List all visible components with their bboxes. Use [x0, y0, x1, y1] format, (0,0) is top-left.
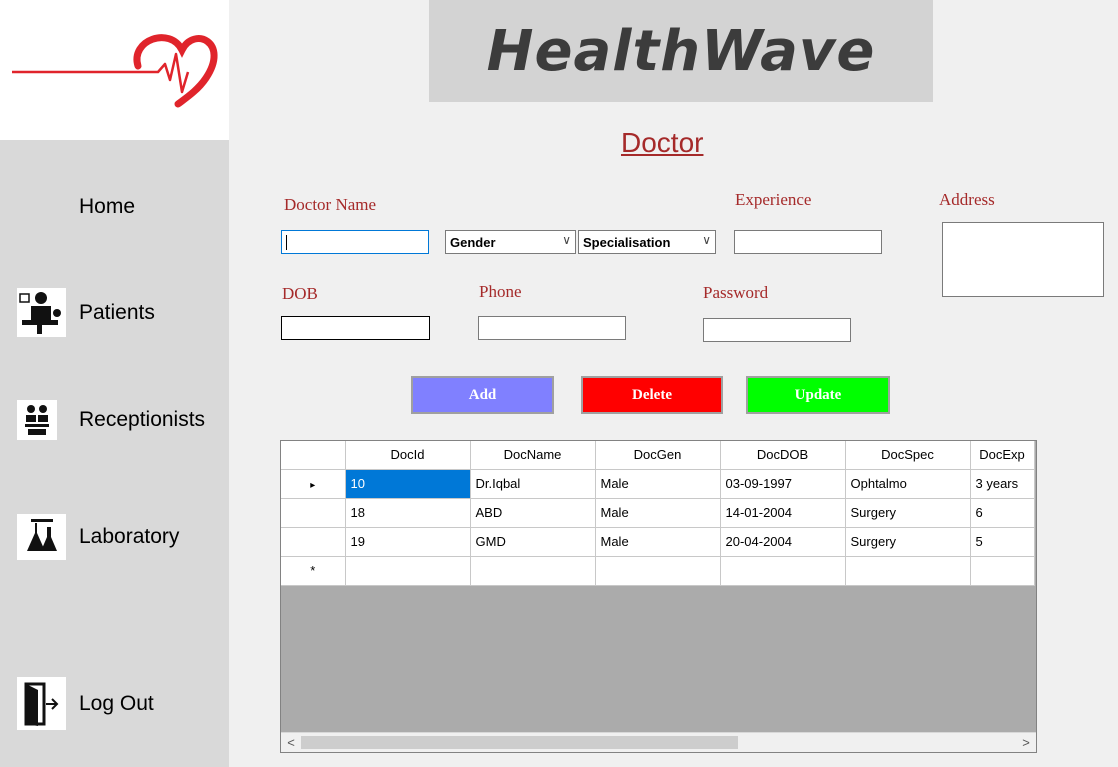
table-header-row: DocId DocName DocGen DocDOB DocSpec DocE…: [281, 441, 1035, 470]
doctors-table: DocId DocName DocGen DocDOB DocSpec DocE…: [281, 441, 1035, 586]
doctor-name-input[interactable]: [281, 230, 429, 254]
dob-input[interactable]: [281, 316, 430, 340]
table-cell[interactable]: Male: [595, 469, 721, 499]
sidebar-item-label: Home: [79, 195, 136, 218]
column-header[interactable]: DocId: [345, 441, 471, 470]
scrollbar-thumb[interactable]: [301, 736, 738, 749]
sidebar-item-label: Patients: [79, 300, 155, 324]
table-cell[interactable]: [970, 556, 1035, 586]
phone-input[interactable]: [478, 316, 626, 340]
scroll-right-icon[interactable]: >: [1016, 733, 1036, 752]
table-cell[interactable]: Male: [595, 498, 721, 528]
table-cell[interactable]: [345, 556, 471, 586]
column-header[interactable]: DocDOB: [720, 441, 846, 470]
table-cell[interactable]: 5: [970, 527, 1035, 557]
dob-label: DOB: [282, 284, 318, 303]
table-row[interactable]: ▸ 10 Dr.Iqbal Male 03-09-1997 Ophtalmo 3…: [281, 469, 1035, 499]
row-header[interactable]: [281, 527, 346, 557]
password-label: Password: [703, 283, 769, 302]
table-cell[interactable]: Surgery: [845, 527, 971, 557]
gender-select[interactable]: Gender ∨: [445, 230, 576, 254]
sidebar-item-label: Laboratory: [79, 525, 180, 548]
sidebar-item-laboratory[interactable]: Laboratory: [17, 514, 179, 560]
row-header[interactable]: ▸: [281, 469, 346, 499]
column-header[interactable]: DocSpec: [845, 441, 971, 470]
experience-label: Experience: [735, 190, 812, 209]
sidebar-item-receptionists[interactable]: Receptionists: [17, 400, 205, 440]
table-row[interactable]: 19 GMD Male 20-04-2004 Surgery 5: [281, 527, 1035, 557]
table-cell[interactable]: 18: [345, 498, 471, 528]
new-row[interactable]: *: [281, 556, 1035, 586]
sidebar-item-patients[interactable]: Patients: [17, 288, 155, 337]
table-cell[interactable]: [720, 556, 846, 586]
phone-label: Phone: [479, 282, 522, 301]
address-label: Address: [939, 190, 995, 209]
experience-input[interactable]: [734, 230, 882, 254]
doctors-data-grid[interactable]: DocId DocName DocGen DocDOB DocSpec DocE…: [280, 440, 1037, 753]
column-header[interactable]: DocExp: [970, 441, 1035, 470]
receptionist-icon: [17, 400, 57, 440]
table-row[interactable]: 18 ABD Male 14-01-2004 Surgery 6: [281, 498, 1035, 528]
sidebar-item-home[interactable]: Home: [79, 195, 135, 219]
table-cell[interactable]: 20-04-2004: [720, 527, 846, 557]
doctor-patient-icon: [17, 288, 66, 337]
doctor-name-label: Doctor Name: [284, 195, 377, 214]
table-cell[interactable]: Ophtalmo: [845, 469, 971, 499]
lab-flask-icon: [17, 514, 66, 560]
gender-select-value: Gender: [450, 234, 496, 250]
column-header[interactable]: DocGen: [595, 441, 721, 470]
table-cell[interactable]: 3 years: [970, 469, 1035, 499]
row-header[interactable]: *: [281, 556, 346, 586]
table-cell[interactable]: Surgery: [845, 498, 971, 528]
heart-pulse-logo-icon: [12, 34, 218, 108]
row-header-corner: [281, 441, 346, 470]
table-cell[interactable]: [845, 556, 971, 586]
logout-door-icon: [17, 677, 66, 730]
row-header[interactable]: [281, 498, 346, 528]
chevron-down-icon: ∨: [562, 233, 571, 247]
table-cell[interactable]: [470, 556, 596, 586]
sidebar-item-logout[interactable]: Log Out: [17, 677, 154, 730]
column-header[interactable]: DocName: [470, 441, 596, 470]
new-row-marker-icon: *: [310, 563, 316, 578]
table-cell[interactable]: 19: [345, 527, 471, 557]
text-caret: [286, 235, 287, 250]
brand-banner: HealthWave: [429, 0, 933, 102]
page-title: Doctor: [621, 127, 704, 158]
table-cell[interactable]: 03-09-1997: [720, 469, 846, 499]
update-button[interactable]: Update: [746, 376, 890, 414]
brand-name: HealthWave: [486, 18, 876, 84]
table-cell[interactable]: ABD: [470, 498, 596, 528]
table-cell[interactable]: [595, 556, 721, 586]
current-row-arrow-icon: ▸: [310, 480, 316, 491]
sidebar: Home Patients Receptionists Laboratory L…: [0, 0, 229, 767]
sidebar-item-label: Receptionists: [79, 408, 206, 431]
table-cell[interactable]: GMD: [470, 527, 596, 557]
specialisation-select-value: Specialisation: [583, 234, 671, 250]
scroll-left-icon[interactable]: <: [281, 733, 301, 752]
table-cell[interactable]: 10: [345, 469, 471, 499]
sidebar-item-label: Log Out: [79, 691, 154, 715]
delete-button[interactable]: Delete: [581, 376, 723, 414]
specialisation-select[interactable]: Specialisation ∨: [578, 230, 716, 254]
table-cell[interactable]: Male: [595, 527, 721, 557]
address-textarea[interactable]: [942, 222, 1104, 297]
password-input[interactable]: [703, 318, 851, 342]
add-button[interactable]: Add: [411, 376, 554, 414]
app-logo: [0, 0, 229, 140]
table-cell[interactable]: Dr.Iqbal: [470, 469, 596, 499]
table-cell[interactable]: 14-01-2004: [720, 498, 846, 528]
horizontal-scrollbar[interactable]: < >: [281, 732, 1036, 752]
chevron-down-icon: ∨: [702, 233, 711, 247]
table-cell[interactable]: 6: [970, 498, 1035, 528]
